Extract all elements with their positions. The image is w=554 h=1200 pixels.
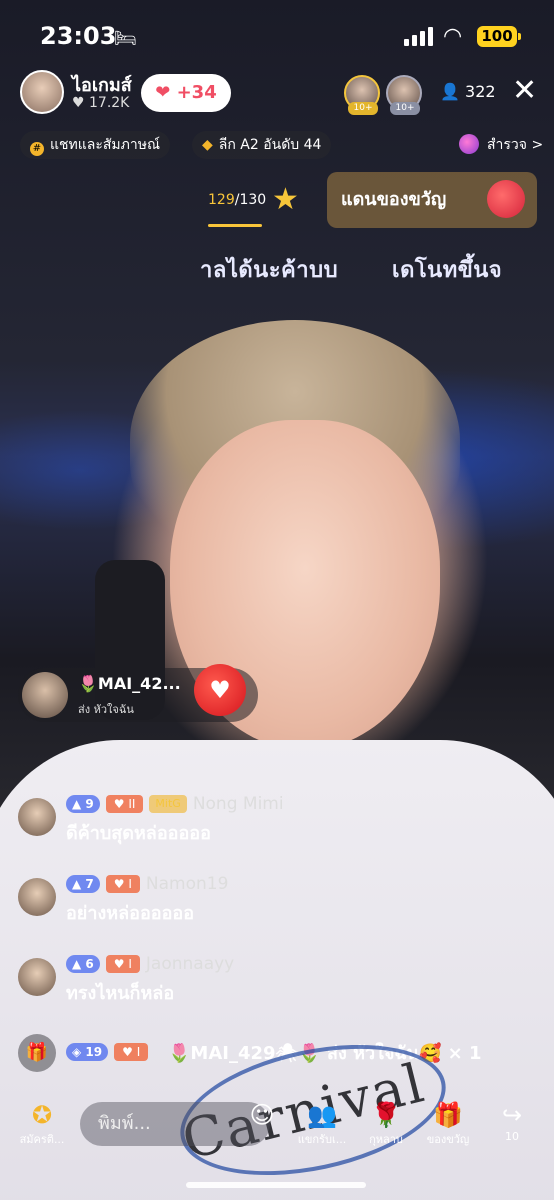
gift-description: ส่ง หัวใจฉัน	[78, 703, 134, 716]
heart-gift-icon: ♥	[194, 664, 246, 716]
follow-button[interactable]: ❤ +34	[141, 74, 231, 112]
goal-progress-bar	[208, 224, 262, 227]
host-avatar[interactable]	[20, 70, 64, 114]
chat-badges: ▲ 6 ♥ I Jaonnaayy	[66, 954, 234, 974]
level-badge: ▲ 9	[66, 795, 100, 813]
gift-badges: ◈ 19 ♥ I	[66, 1043, 149, 1061]
share-button[interactable]: ↪ 10	[472, 1100, 552, 1143]
tag-chat-label: แชทและสัมภาษณ์	[50, 137, 160, 153]
chat-username[interactable]: Nong Mimi	[193, 794, 284, 814]
chat-text: อย่างหล่ออออออ	[66, 903, 195, 924]
sleep-mode-icon: 🛏	[114, 28, 137, 49]
level-badge: ▲ 7	[66, 875, 100, 893]
chat-avatar[interactable]	[18, 878, 56, 916]
explore-button[interactable]: สำรวจ >	[459, 131, 543, 159]
share-icon: ↪	[501, 1101, 523, 1129]
planet-icon	[459, 134, 479, 154]
status-time: 23:03	[40, 22, 117, 50]
chat-avatar[interactable]	[18, 958, 56, 996]
scrolling-marquee: าลได้นะค้าบบ เดโนทขึ้นจ	[200, 252, 554, 287]
viewer-count-value: 322	[465, 82, 496, 101]
signal-icon	[404, 26, 433, 46]
rose-label: กุหลาบ	[369, 1133, 403, 1146]
chat-text: ทรงไหนก็หล่อ	[66, 983, 175, 1004]
wifi-icon: ◠	[443, 24, 463, 49]
fan-badge: ♥ I	[114, 1043, 149, 1061]
tag-league-label: ลีก A2 อันดับ 44	[218, 137, 322, 153]
goal-progress[interactable]: 129/130 ★	[198, 178, 310, 228]
chat-badges: ▲ 7 ♥ I Namon19	[66, 874, 228, 894]
marquee-text-2: เดโนทขึ้นจ	[392, 258, 503, 283]
chat-message[interactable]: ▲ 7 ♥ I Namon19 อย่างหล่ออออออ	[18, 874, 538, 924]
star-badge-icon: ✪	[31, 1101, 53, 1129]
gift-land-label: แดนของขวัญ	[341, 189, 447, 210]
home-indicator[interactable]	[186, 1182, 366, 1188]
gift-sender-avatar[interactable]	[22, 672, 68, 718]
top-viewer-avatar[interactable]: 10+	[386, 75, 422, 115]
chat-avatar[interactable]	[18, 798, 56, 836]
apple-character-icon	[487, 180, 525, 218]
level-badge: ▲ 6	[66, 955, 100, 973]
subscribe-label: สมัครติ...	[19, 1133, 65, 1146]
fan-badge: ♥ II	[105, 795, 144, 813]
goal-progress-text: 129/130	[208, 192, 266, 208]
gift-notification[interactable]: 🌷MAI_42... ส่ง หัวใจฉัน ♥	[18, 664, 258, 722]
tag-chat[interactable]: # แชทและสัมภาษณ์	[20, 131, 170, 159]
diamond-icon: ◆	[202, 137, 213, 153]
marquee-text-1: าลได้นะค้าบบ	[200, 258, 339, 283]
viewer-count[interactable]: 👤 322	[440, 82, 496, 101]
gift-box-icon[interactable]: 🎁	[18, 1034, 56, 1072]
bottom-toolbar: ✪ สมัครติ... พิมพ์... ☺ 👥 แขกรับเ... 🌹 กุหล…	[0, 1096, 554, 1156]
viewer-rank-badge: 10+	[348, 102, 378, 115]
chat-username[interactable]: Namon19	[146, 874, 229, 894]
chat-message[interactable]: ▲ 6 ♥ I Jaonnaayy ทรงไหนก็หล่อ	[18, 954, 538, 1004]
explore-label: สำรวจ >	[487, 137, 544, 153]
chat-text: ดีค้าบสุดหล่อออออ	[66, 823, 211, 844]
tag-league[interactable]: ◆ ลีก A2 อันดับ 44	[192, 131, 332, 159]
person-icon: 👤	[440, 82, 466, 101]
star-icon: ★	[272, 182, 299, 217]
status-bar: 23:03 🛏 ◠ 100	[0, 0, 554, 70]
goal-total: /130	[234, 192, 267, 208]
mitg-badge: MitG	[149, 795, 187, 813]
close-icon[interactable]: ✕	[512, 76, 537, 106]
goal-current: 129	[208, 192, 235, 208]
chat-username[interactable]: Jaonnaayy	[146, 954, 234, 974]
host-likes: ♥ 17.2K	[72, 95, 130, 111]
level-badge: ◈ 19	[66, 1043, 109, 1061]
guest-label: แขกรับเ...	[297, 1133, 347, 1146]
top-viewer-avatar[interactable]: 10+	[344, 75, 380, 115]
fan-badge: ♥ I	[105, 875, 140, 893]
subscribe-button[interactable]: ✪ สมัครติ...	[2, 1100, 82, 1148]
viewer-rank-badge: 10+	[390, 102, 420, 115]
gift-label: ของขวัญ	[426, 1133, 470, 1146]
battery-indicator: 100	[477, 26, 521, 47]
chat-message[interactable]: ▲ 9 ♥ II MitG Nong Mimi ดีค้าบสุดหล่ออออ…	[18, 794, 538, 844]
fan-badge: ♥ I	[105, 955, 140, 973]
hashtag-icon: #	[30, 142, 44, 156]
chat-badges: ▲ 9 ♥ II MitG Nong Mimi	[66, 794, 284, 814]
gift-land-banner[interactable]: แดนของขวัญ	[327, 172, 537, 228]
gift-sender-name: 🌷MAI_42...	[78, 674, 181, 693]
share-count: 10	[505, 1130, 519, 1143]
